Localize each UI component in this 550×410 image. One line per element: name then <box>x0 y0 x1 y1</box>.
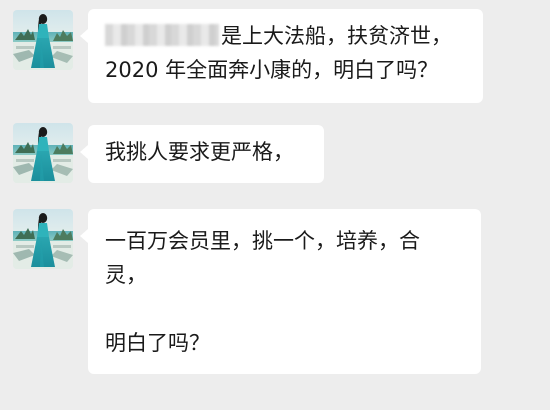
message-line: 我挑人要求更严格， <box>105 140 294 164</box>
contact-avatar[interactable] <box>13 209 73 269</box>
contact-avatar[interactable] <box>13 10 73 70</box>
redacted-text-blur <box>105 24 219 46</box>
message-bubble[interactable]: 是上大法船，扶贫济世， 2020 年全面奔小康的，明白了吗？ <box>80 9 483 103</box>
contact-avatar[interactable] <box>13 123 73 183</box>
message-bubble[interactable]: 我挑人要求更严格， <box>80 125 324 183</box>
message-line: 一百万会员里，挑一个，培养，合 <box>105 229 420 253</box>
avatar-woman-in-teal-dress-icon <box>13 209 73 269</box>
message-bubble[interactable]: 一百万会员里，挑一个，培养，合 灵， 明白了吗？ <box>80 209 481 374</box>
message-line: 是上大法船，扶贫济世， <box>105 19 467 53</box>
chat-message-list[interactable]: 是上大法船，扶贫济世， 2020 年全面奔小康的，明白了吗？ 我挑人要求更严格，… <box>0 0 550 410</box>
avatar-woman-in-teal-dress-icon <box>13 10 73 70</box>
avatar-woman-in-teal-dress-icon <box>13 123 73 183</box>
message-line: 明白了吗？ <box>105 331 210 355</box>
message-line: 灵， <box>105 263 147 287</box>
message-line: 2020 年全面奔小康的，明白了吗？ <box>105 58 439 82</box>
message-text: 是上大法船，扶贫济世， <box>221 24 452 48</box>
